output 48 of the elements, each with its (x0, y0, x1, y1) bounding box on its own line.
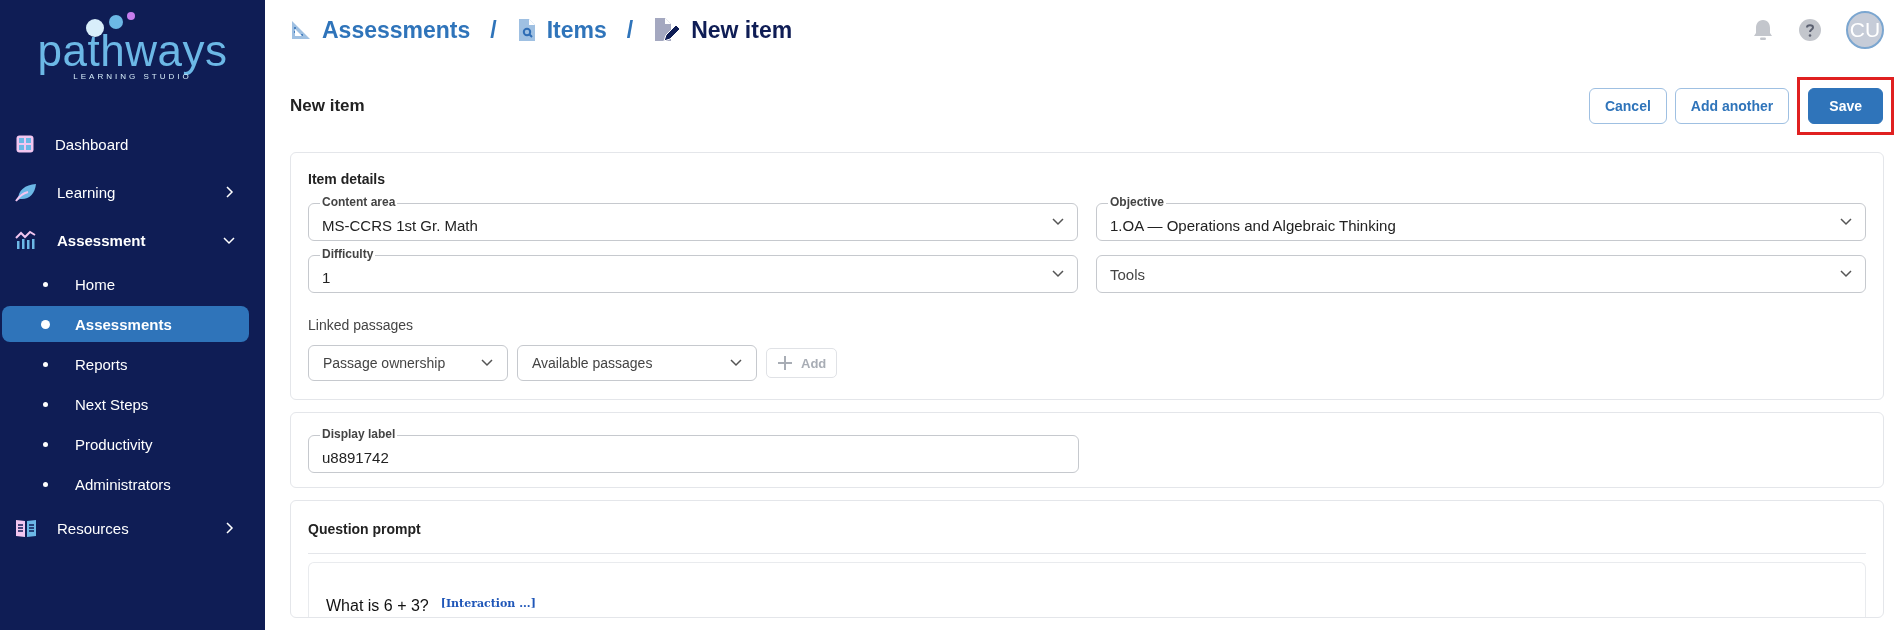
nav-subitem[interactable]: Next Steps (2, 386, 249, 422)
nav-item[interactable]: Assessment (0, 216, 265, 264)
chevron-down-icon (730, 359, 742, 367)
chart-icon (15, 230, 37, 250)
action-button[interactable]: Cancel (1588, 88, 1667, 124)
select-field[interactable]: Tools (1096, 247, 1866, 293)
nav-subitem[interactable]: Productivity (2, 426, 249, 462)
chevron-down-icon (1840, 270, 1852, 278)
breadcrumb-link[interactable]: Assessments (322, 16, 471, 44)
ruler-icon (290, 19, 312, 41)
breadcrumb-separator: / (626, 16, 634, 44)
select-field[interactable]: Difficulty 1 (308, 247, 1078, 293)
nav-item[interactable]: Dashboard (0, 120, 265, 168)
chevron-down-icon (1052, 218, 1064, 226)
document-edit-icon (653, 17, 682, 43)
grid-icon (15, 134, 35, 154)
select-field[interactable]: Objective 1.OA — Operations and Algebraic Thinking (1096, 195, 1866, 241)
nav-item[interactable]: Learning (0, 168, 265, 216)
nav-subitem[interactable]: Home (2, 266, 249, 302)
select-field[interactable]: Content area MS-CCRS 1st Gr. Math (308, 195, 1078, 241)
document-search-icon (516, 18, 537, 42)
question-text: What is 6 + 3? (326, 597, 429, 615)
plus-icon (777, 355, 793, 371)
action-button[interactable]: Add another (1674, 88, 1790, 124)
nav-subitem[interactable]: Administrators (2, 466, 249, 502)
dropdown[interactable]: Passage ownership (308, 345, 508, 381)
dropdown[interactable]: Available passages (517, 345, 757, 381)
nav-item[interactable]: Resources (0, 504, 265, 552)
input-field[interactable]: Display label u8891742 (308, 427, 1079, 473)
current-page-title: New item (691, 16, 793, 44)
linked-passages-label: Linked passages (308, 317, 415, 333)
chevron-down-icon (1052, 270, 1064, 278)
logo-name: pathways (37, 26, 228, 75)
nav-subitem[interactable]: Assessments (2, 306, 249, 342)
editor-area[interactable]: What is 6 + 3? [Interaction ...] (308, 562, 1866, 617)
interaction-link[interactable]: [Interaction ...] (440, 597, 536, 610)
leaf-icon (15, 182, 37, 202)
breadcrumb-link[interactable]: Items (546, 16, 607, 44)
nav-subitem[interactable]: Reports (2, 346, 249, 382)
page-title: New item (290, 96, 365, 116)
chevron-down-icon (481, 359, 493, 367)
action-button[interactable]: Save (1808, 88, 1883, 124)
card-title: Question prompt (308, 519, 1866, 554)
help-icon[interactable] (1798, 18, 1822, 42)
book-icon (15, 518, 37, 538)
card-title: Item details (308, 171, 387, 187)
breadcrumb-separator: / (490, 16, 497, 44)
chevron-down-icon (1840, 218, 1852, 226)
